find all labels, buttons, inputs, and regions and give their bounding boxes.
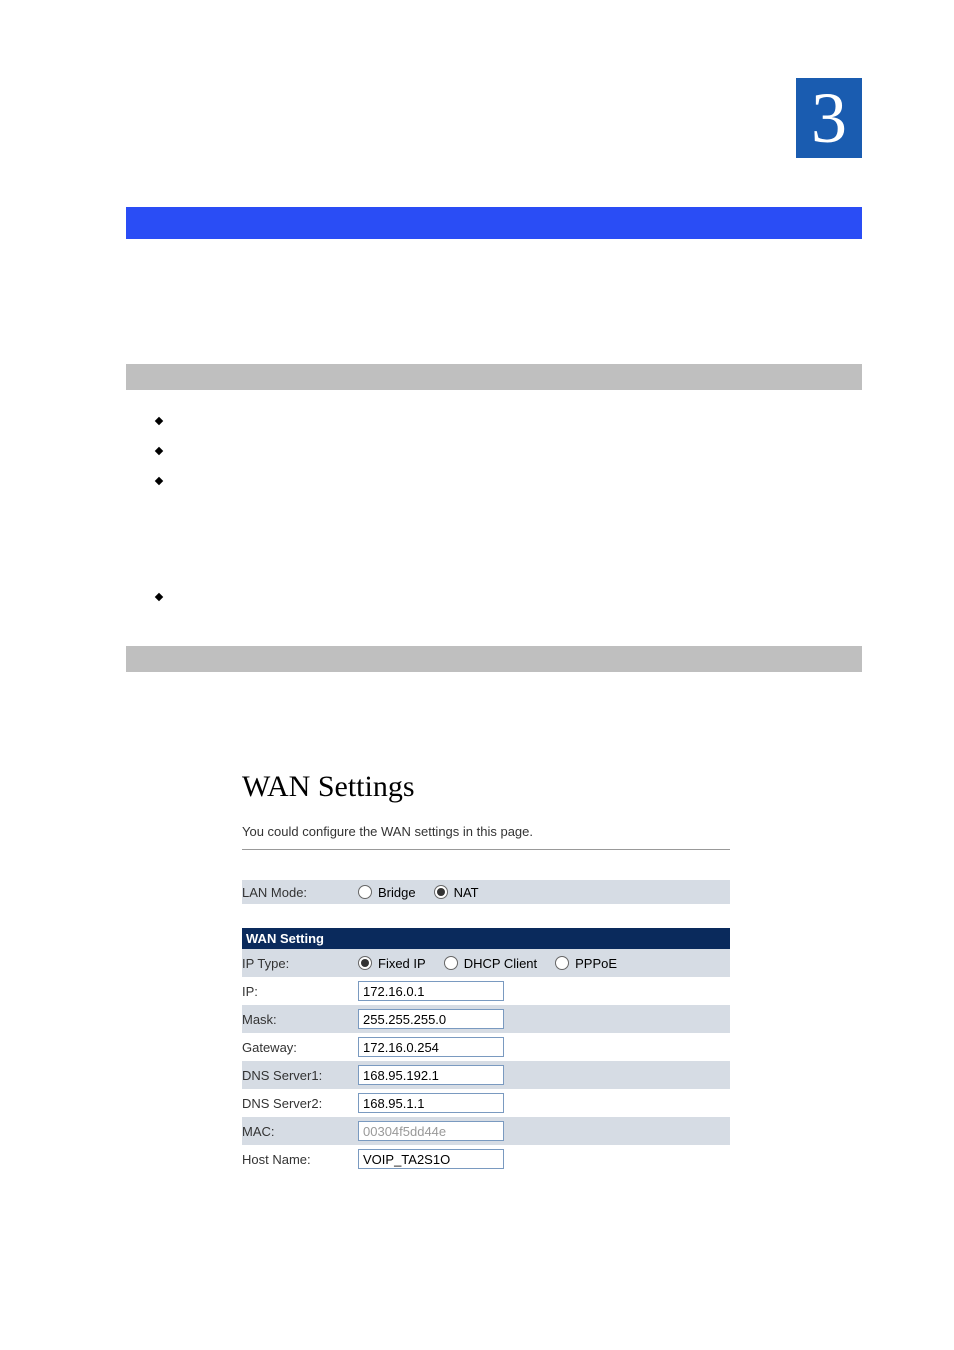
radio-bridge[interactable] xyxy=(358,885,372,899)
bullet-icon xyxy=(155,477,163,485)
ip-type-options: Fixed IP DHCP Client PPPoE xyxy=(358,956,730,971)
wan-settings-screenshot: WAN Settings You could configure the WAN… xyxy=(242,770,730,1173)
subheading-bar-2 xyxy=(126,646,862,672)
ip-label: IP: xyxy=(242,984,358,999)
bullet-icon xyxy=(155,593,163,601)
mac-label: MAC: xyxy=(242,1124,358,1139)
radio-bridge-label: Bridge xyxy=(378,885,416,900)
mask-input[interactable] xyxy=(358,1009,504,1029)
wan-setting-header: WAN Setting xyxy=(242,928,730,949)
radio-fixed-ip[interactable] xyxy=(358,956,372,970)
page: 3 WAN Settings You could configure the W… xyxy=(0,0,954,1350)
chapter-badge: 3 xyxy=(796,78,862,158)
ip-input[interactable] xyxy=(358,981,504,1001)
radio-nat-label: NAT xyxy=(454,885,479,900)
dns2-input[interactable] xyxy=(358,1093,504,1113)
host-row: Host Name: xyxy=(242,1145,730,1173)
bullet-group-2 xyxy=(156,594,162,600)
ip-type-row: IP Type: Fixed IP DHCP Client PPPoE xyxy=(242,949,730,977)
lan-mode-row: LAN Mode: Bridge NAT xyxy=(242,880,730,904)
ip-type-label: IP Type: xyxy=(242,956,358,971)
dns2-label: DNS Server2: xyxy=(242,1096,358,1111)
lan-mode-options: Bridge NAT xyxy=(358,885,479,900)
mac-row: MAC: xyxy=(242,1117,730,1145)
radio-fixed-ip-label: Fixed IP xyxy=(378,956,426,971)
lan-mode-label: LAN Mode: xyxy=(242,885,358,900)
ip-row: IP: xyxy=(242,977,730,1005)
radio-pppoe-label: PPPoE xyxy=(575,956,617,971)
radio-dhcp-label: DHCP Client xyxy=(464,956,537,971)
dns2-row: DNS Server2: xyxy=(242,1089,730,1117)
bullet-icon xyxy=(155,417,163,425)
mask-label: Mask: xyxy=(242,1012,358,1027)
screenshot-subtitle: You could configure the WAN settings in … xyxy=(242,824,730,850)
dns1-label: DNS Server1: xyxy=(242,1068,358,1083)
gateway-label: Gateway: xyxy=(242,1040,358,1055)
radio-nat[interactable] xyxy=(434,885,448,899)
dns1-row: DNS Server1: xyxy=(242,1061,730,1089)
chapter-number: 3 xyxy=(811,82,847,154)
host-input[interactable] xyxy=(358,1149,504,1169)
gateway-row: Gateway: xyxy=(242,1033,730,1061)
host-label: Host Name: xyxy=(242,1152,358,1167)
gateway-input[interactable] xyxy=(358,1037,504,1057)
screenshot-title: WAN Settings xyxy=(242,770,730,804)
mac-input xyxy=(358,1121,504,1141)
heading-bar-blue xyxy=(126,207,862,239)
subheading-bar-1 xyxy=(126,364,862,390)
dns1-input[interactable] xyxy=(358,1065,504,1085)
radio-pppoe[interactable] xyxy=(555,956,569,970)
radio-dhcp[interactable] xyxy=(444,956,458,970)
mask-row: Mask: xyxy=(242,1005,730,1033)
bullet-icon xyxy=(155,447,163,455)
bullet-group-1 xyxy=(156,418,162,508)
